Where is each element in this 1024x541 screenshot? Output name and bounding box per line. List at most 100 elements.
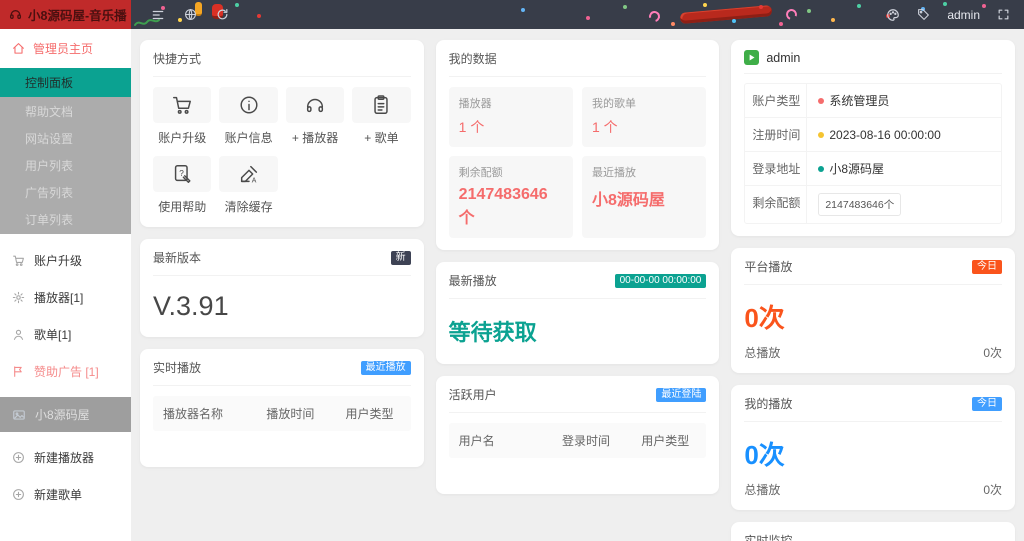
confetti-dot xyxy=(521,8,525,12)
column-header: 播放时间 xyxy=(266,405,345,422)
sidebar-item-site-settings[interactable]: 网站设置 xyxy=(0,125,131,152)
avatar xyxy=(744,50,759,65)
sidebar-item-order-list[interactable]: 订单列表 xyxy=(0,206,131,233)
table-row: 注册时间 2023-08-16 00:00:00 xyxy=(745,118,1001,152)
status-dot xyxy=(818,166,824,172)
table-row: 剩余配额 2147483646个 xyxy=(745,186,1001,223)
card-title: 快捷方式 xyxy=(153,50,201,67)
column-left: 快捷方式 账户升级 账户信息 + 播放器 xyxy=(140,40,424,479)
confetti-dot xyxy=(732,19,736,23)
confetti-dot xyxy=(623,5,627,9)
recent-login-badge[interactable]: 最近登陆 xyxy=(656,388,706,402)
today-badge: 今日 xyxy=(972,397,1002,411)
latest-play-card: 最新播放 00-00-00 00:00:00 等待获取 xyxy=(436,262,720,364)
sidebar-item-help-docs[interactable]: 帮助文档 xyxy=(0,98,131,125)
sidebar-item-playlist[interactable]: 歌单[1] xyxy=(0,316,131,353)
column-header: 用户类型 xyxy=(641,432,696,449)
fullscreen-icon[interactable] xyxy=(997,8,1010,21)
sidebar-item-label: 新建歌单 xyxy=(34,486,82,503)
cart-icon xyxy=(171,94,193,116)
my-play-count: 0次 xyxy=(744,432,1002,480)
my-data-card: 我的数据 播放器 1 个 我的歌单 1 个 剩余配额 2147483646 个 xyxy=(436,40,720,250)
shortcuts-grid: 账户升级 账户信息 + 播放器 + 歌单 ? xyxy=(153,87,411,215)
sidebar-item-label: 控制面板 xyxy=(25,76,73,90)
tag-icon[interactable] xyxy=(917,8,930,21)
home-icon xyxy=(12,42,25,55)
sidebar-item-new-player[interactable]: 新建播放器 xyxy=(0,439,131,476)
sidebar-item-account-upgrade[interactable]: 账户升级 xyxy=(0,242,131,279)
sidebar-item-new-playlist[interactable]: 新建歌单 xyxy=(0,476,131,513)
sidebar-item-user-list[interactable]: 用户列表 xyxy=(0,152,131,179)
confetti-dot xyxy=(779,22,783,26)
headphones-icon xyxy=(9,8,22,21)
status-dot xyxy=(818,132,824,138)
plus-circle-icon xyxy=(12,488,25,501)
app-title: 小8源码屋-音乐播 xyxy=(28,5,127,24)
shortcut-account-upgrade[interactable]: 账户升级 xyxy=(153,87,211,146)
globe-icon[interactable] xyxy=(184,8,197,21)
card-title: 我的数据 xyxy=(449,50,497,67)
table-row: 登录地址 小8源码屋 xyxy=(745,152,1001,186)
card-title: 平台播放 xyxy=(744,258,792,275)
account-card: admin 账户类型 系统管理员 注册时间 2023-08-16 00:00:0… xyxy=(731,40,1015,236)
account-table: 账户类型 系统管理员 注册时间 2023-08-16 00:00:00 登录地址… xyxy=(744,83,1002,224)
shortcut-help[interactable]: ? 使用帮助 xyxy=(153,156,211,215)
card-title: 最新版本 xyxy=(153,249,201,266)
svg-text:?: ? xyxy=(179,169,184,178)
confetti-dot xyxy=(807,9,811,13)
confetti-dot xyxy=(257,14,261,18)
shortcut-clear-cache[interactable]: A 清除缓存 xyxy=(219,156,277,215)
sidebar-item-player[interactable]: 播放器[1] xyxy=(0,279,131,316)
theme-palette-icon[interactable] xyxy=(886,8,900,22)
app-logo[interactable]: 小8源码屋-音乐播 xyxy=(0,0,131,29)
shortcuts-card: 快捷方式 账户升级 账户信息 + 播放器 xyxy=(140,40,424,227)
recent-play-badge[interactable]: 最近播放 xyxy=(361,361,411,375)
column-header: 用户类型 xyxy=(346,405,401,422)
card-title: 实时播放 xyxy=(153,359,201,376)
svg-text:A: A xyxy=(251,177,256,184)
sidebar-item-dashboard[interactable]: 控制面板 xyxy=(0,68,131,97)
version-value: V.3.91 xyxy=(153,286,411,325)
stat-quota: 剩余配额 2147483646 个 xyxy=(449,156,573,238)
account-username: admin xyxy=(766,51,800,65)
sidebar-item-site-banner[interactable]: 小8源码屋 xyxy=(0,397,131,432)
monitor-card: 实时监控 0% CPU使用率 0% 内存占用率(0/0) xyxy=(731,522,1015,541)
gear-icon xyxy=(12,291,25,304)
sidebar-item-label: 小8源码屋 xyxy=(35,406,90,423)
ribbon-pink-decoration xyxy=(647,9,662,24)
table-row: 账户类型 系统管理员 xyxy=(745,84,1001,118)
platform-play-card: 平台播放 今日 0次 总播放 0次 xyxy=(731,248,1015,373)
help-doc-icon: ? xyxy=(171,163,193,185)
shortcut-add-player[interactable]: + 播放器 xyxy=(286,87,344,146)
latest-version-card: 最新版本 新 V.3.91 xyxy=(140,239,424,337)
shortcut-add-playlist[interactable]: + 歌单 xyxy=(352,87,410,146)
headphones-icon xyxy=(304,94,326,116)
column-header: 播放器名称 xyxy=(163,405,266,422)
column-right: admin 账户类型 系统管理员 注册时间 2023-08-16 00:00:0… xyxy=(731,40,1015,541)
table-header: 播放器名称 播放时间 用户类型 xyxy=(153,396,411,431)
active-users-card: 活跃用户 最近登陆 用户名 登录时间 用户类型 xyxy=(436,376,720,494)
sidebar-submenu: 帮助文档 网站设置 用户列表 广告列表 订单列表 xyxy=(0,97,131,234)
total-play-row: 总播放 0次 xyxy=(744,343,1002,361)
sidebar-item-admin-home[interactable]: 管理员主页 xyxy=(0,29,131,68)
image-icon xyxy=(12,408,26,422)
sidebar-item-label: 账户升级 xyxy=(34,252,82,269)
platform-play-count: 0次 xyxy=(744,295,1002,343)
refresh-icon[interactable] xyxy=(216,8,229,21)
latest-play-value: 等待获取 xyxy=(449,309,707,352)
sidebar-item-sponsor-ad[interactable]: 赞助广告 [1] xyxy=(0,353,131,390)
info-icon xyxy=(238,94,260,116)
plus-circle-icon xyxy=(12,451,25,464)
sidebar-item-label: 歌单[1] xyxy=(34,326,71,343)
shortcut-account-info[interactable]: 账户信息 xyxy=(219,87,277,146)
sidebar-item-ad-list[interactable]: 广告列表 xyxy=(0,179,131,206)
clipboard-icon xyxy=(370,94,392,116)
menu-toggle-icon[interactable] xyxy=(151,8,165,22)
main-content: 快捷方式 账户升级 账户信息 + 播放器 xyxy=(131,29,1024,541)
column-header: 登录时间 xyxy=(562,432,641,449)
card-title: 最新播放 xyxy=(449,272,497,289)
stats-grid: 播放器 1 个 我的歌单 1 个 剩余配额 2147483646 个 最近播放 … xyxy=(449,87,707,238)
topbar: admin xyxy=(131,0,1024,29)
username[interactable]: admin xyxy=(947,8,980,22)
confetti-dot xyxy=(759,5,763,9)
